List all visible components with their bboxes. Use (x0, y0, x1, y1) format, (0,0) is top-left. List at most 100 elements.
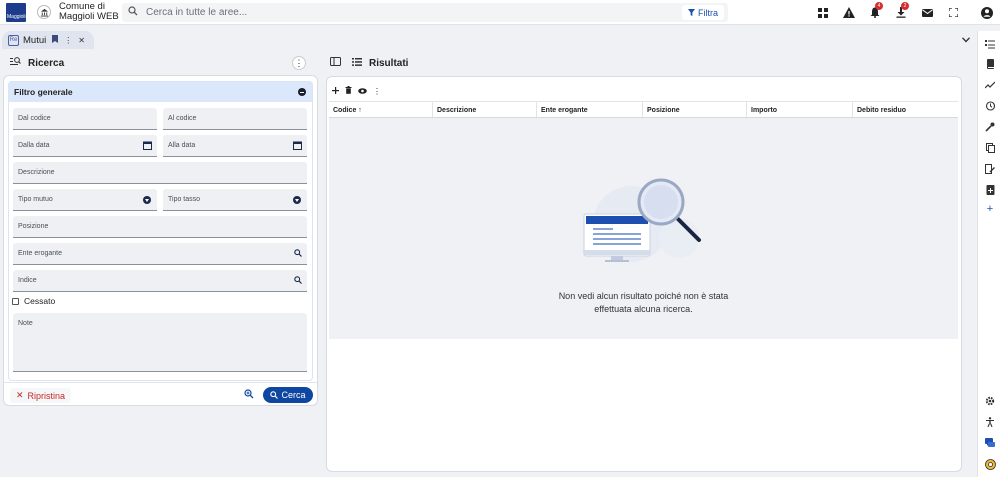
calendar-icon[interactable] (293, 141, 302, 152)
posizione-field[interactable]: Posizione (13, 216, 307, 238)
empty-state-message: Non vedi alcun risultato poiché non è st… (329, 290, 958, 316)
column-label: Importo (751, 107, 778, 114)
tools-icon[interactable] (984, 121, 996, 133)
tab-label: Mutui (23, 34, 47, 46)
chat-icon[interactable] (984, 437, 996, 449)
copy-icon[interactable] (984, 142, 996, 154)
results-grid: Codice ↑ Descrizione Ente erogante Posiz… (329, 101, 958, 339)
search-panel-menu-icon[interactable]: ⋮ (292, 56, 306, 70)
cessato-label: Cessato (24, 296, 56, 306)
descrizione-label: Descrizione (18, 169, 55, 176)
filter-button[interactable]: Filtra (682, 5, 724, 20)
search-icon[interactable] (294, 276, 302, 286)
column-posizione[interactable]: Posizione (643, 102, 747, 119)
filter-group-title: Filtro generale (14, 87, 73, 97)
zoom-search-icon[interactable] (244, 389, 254, 402)
maggioli-logo[interactable]: Maggioli (6, 3, 26, 22)
dalla-data-field[interactable]: Dalla data (13, 135, 157, 157)
gear-icon[interactable] (984, 395, 996, 407)
fullscreen-icon[interactable] (940, 0, 966, 25)
descrizione-field[interactable]: Descrizione (13, 162, 307, 184)
collapse-icon[interactable] (298, 88, 306, 96)
search-icon[interactable] (294, 249, 302, 259)
column-label: Descrizione (437, 107, 477, 114)
filter-icon (688, 9, 695, 16)
checklist-icon[interactable] (984, 38, 996, 50)
sidebar-toggle-icon[interactable] (330, 57, 341, 69)
alla-data-field[interactable]: Alla data (163, 135, 307, 157)
close-icon[interactable]: ✕ (78, 36, 85, 45)
al-codice-label: Al codice (168, 115, 197, 122)
results-panel-header: Risultati (330, 57, 408, 69)
tipo-mutuo-label: Tipo mutuo (18, 196, 53, 203)
downloads-badge: 2 (901, 2, 909, 10)
column-ente-erogante[interactable]: Ente erogante (537, 102, 643, 119)
history-icon[interactable] (984, 100, 996, 112)
dropdown-icon[interactable] (293, 196, 301, 204)
warning-icon[interactable] (836, 0, 862, 25)
search-panel-title: Ricerca (28, 57, 65, 69)
dalla-data-label: Dalla data (18, 142, 50, 149)
tipo-tasso-select[interactable]: Tipo tasso (163, 189, 307, 211)
cessato-checkbox[interactable] (12, 297, 19, 305)
delete-icon[interactable] (345, 85, 352, 97)
tab-mutui[interactable]: Re Mutui ⋮ ✕ (2, 31, 94, 49)
ente-erogante-label: Ente erogante (18, 250, 62, 257)
tab-more-icon[interactable]: ⋮ (64, 36, 72, 45)
column-label: Codice ↑ (333, 107, 362, 114)
empty-line-2: effettuata alcuna ricerca. (594, 304, 693, 314)
grid-header: Codice ↑ Descrizione Ente erogante Posiz… (329, 101, 958, 119)
notifications-badge: 4 (875, 2, 883, 10)
dropdown-icon[interactable] (143, 196, 151, 204)
reset-button[interactable]: ✕ Ripristina (10, 388, 72, 403)
book-icon[interactable] (984, 58, 996, 70)
search-panel: Filtro generale Dal codice Al codice Dal… (3, 75, 318, 406)
notifications-bell-icon[interactable]: 4 (862, 0, 888, 25)
global-search[interactable]: Cerca in tutte le aree... Filtra (122, 3, 728, 22)
app-title: Comune di Maggioli WEB (59, 2, 119, 22)
ente-erogante-field[interactable]: Ente erogante (13, 243, 307, 265)
reset-label: Ripristina (27, 390, 66, 401)
dal-codice-field[interactable]: Dal codice (13, 108, 157, 130)
column-descrizione[interactable]: Descrizione (433, 102, 537, 119)
add-document-icon[interactable] (984, 184, 996, 196)
posizione-label: Posizione (18, 223, 49, 230)
tipo-mutuo-select[interactable]: Tipo mutuo (13, 189, 157, 211)
edit-document-icon[interactable] (984, 163, 996, 175)
search-button[interactable]: Cerca (263, 387, 313, 403)
tab-strip: Re Mutui ⋮ ✕ (0, 31, 976, 49)
note-textarea[interactable]: Note (13, 313, 307, 372)
bookmark-icon[interactable] (52, 35, 59, 45)
indice-label: Indice (18, 277, 37, 284)
indice-field[interactable]: Indice (13, 270, 307, 292)
al-codice-field[interactable]: Al codice (163, 108, 307, 130)
accessibility-icon[interactable] (984, 416, 996, 428)
add-icon[interactable] (332, 85, 339, 97)
results-panel: ⋮ Codice ↑ Descrizione Ente erogante Pos… (326, 76, 962, 472)
filter-group-header[interactable]: Filtro generale (9, 82, 312, 102)
column-codice[interactable]: Codice ↑ (329, 102, 433, 119)
cessato-row: Cessato (12, 296, 55, 306)
column-label: Posizione (647, 107, 680, 114)
apps-grid-icon[interactable] (810, 0, 836, 25)
mail-icon[interactable] (914, 0, 940, 25)
trend-icon[interactable] (984, 79, 996, 91)
chevron-down-icon[interactable] (961, 34, 971, 46)
eye-icon[interactable] (358, 85, 367, 97)
column-label: Debito residuo (857, 107, 907, 114)
bank-icon[interactable] (37, 5, 51, 19)
search-icon (128, 6, 138, 19)
column-importo[interactable]: Importo (747, 102, 853, 119)
grid-more-icon[interactable]: ⋮ (373, 87, 381, 96)
calendar-icon[interactable] (143, 141, 152, 152)
results-panel-title: Risultati (369, 57, 409, 69)
plus-icon[interactable]: + (984, 203, 996, 215)
support-icon[interactable] (984, 458, 996, 470)
column-debito-residuo[interactable]: Debito residuo (853, 102, 958, 119)
column-label: Ente erogante (541, 107, 588, 114)
user-account-icon[interactable] (974, 0, 1000, 25)
grid-toolbar: ⋮ (332, 85, 381, 97)
search-placeholder: Cerca in tutte le aree... (146, 7, 248, 18)
alla-data-label: Alla data (168, 142, 196, 149)
download-icon[interactable]: 2 (888, 0, 914, 25)
